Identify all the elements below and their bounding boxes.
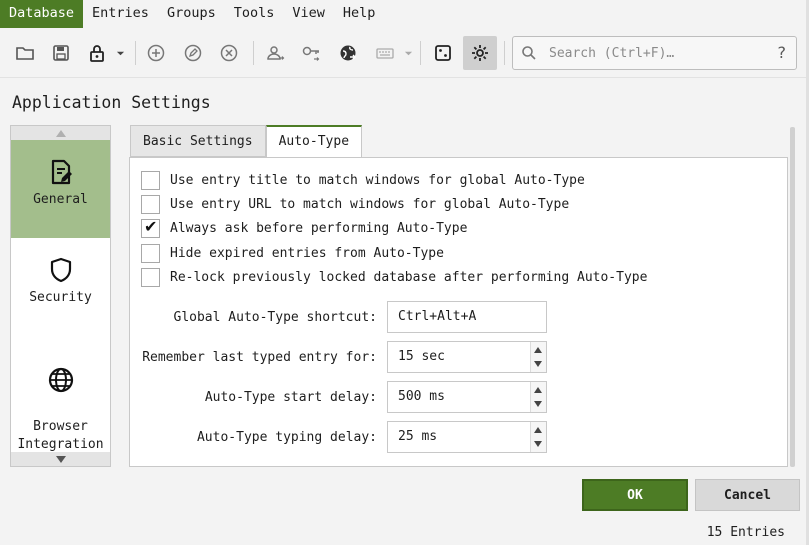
checkbox-row[interactable]: Use entry title to match windows for glo… (141, 170, 585, 190)
category-scroll-up-button[interactable] (11, 126, 110, 140)
checkbox-label: Always ask before performing Auto-Type (170, 220, 468, 236)
shield-icon (50, 257, 71, 283)
checkbox-row[interactable]: Use entry URL to match windows for globa… (141, 194, 569, 214)
save-icon[interactable] (44, 36, 78, 70)
folder-open-icon[interactable] (8, 36, 42, 70)
menu-tools[interactable]: Tools (225, 0, 284, 28)
menu-groups[interactable]: Groups (158, 0, 225, 28)
match-title-checkbox[interactable] (141, 170, 160, 190)
search-box: ? (512, 36, 797, 70)
toolbar-separator (253, 41, 254, 65)
ok-button[interactable]: OK (582, 479, 688, 511)
remember-entry-spinbox[interactable]: 15 sec (387, 341, 547, 373)
global-shortcut-value: Ctrl+Alt+A (398, 309, 477, 324)
start-delay-label: Auto-Type start delay: (204, 390, 377, 405)
search-icon (522, 46, 536, 60)
category-browser-integration-label: Browser Integration (17, 419, 104, 452)
always-ask-checkbox[interactable]: ✔ (141, 216, 160, 238)
start-delay-value: 500 ms (398, 389, 445, 404)
delete-entry-icon[interactable] (212, 36, 246, 70)
search-input[interactable] (549, 43, 769, 63)
global-shortcut-label: Global Auto-Type shortcut: (173, 310, 378, 325)
hide-expired-checkbox[interactable] (141, 243, 160, 263)
cancel-button[interactable]: Cancel (695, 479, 800, 511)
category-general[interactable]: General (11, 140, 110, 238)
keyboard-icon[interactable] (368, 36, 402, 70)
password-generator-icon[interactable] (426, 36, 460, 70)
category-scroll-down-button[interactable] (11, 452, 110, 466)
menu-bar: Database Entries Groups Tools View Help (0, 0, 809, 28)
category-security[interactable]: Security (11, 244, 110, 334)
menu-database[interactable]: Database (0, 0, 84, 28)
category-browser-integration[interactable]: Browser Integration (11, 338, 110, 452)
tab-auto-type[interactable]: Auto-Type (265, 125, 363, 158)
remember-entry-value: 15 sec (398, 349, 445, 364)
relock-database-checkbox[interactable] (141, 267, 160, 287)
settings-icon[interactable] (463, 36, 497, 70)
remember-entry-label: Remember last typed entry for: (142, 350, 377, 365)
checkbox-label: Use entry URL to match windows for globa… (170, 196, 570, 212)
checkbox-label: Re-lock previously locked database after… (170, 269, 648, 285)
tab-basic-settings[interactable]: Basic Settings (130, 125, 266, 157)
lock-icon[interactable] (80, 36, 114, 70)
add-entry-icon[interactable] (139, 36, 173, 70)
toolbar: ? (0, 28, 809, 78)
checkbox-label: Hide expired entries from Auto-Type (170, 245, 444, 261)
checkmark-icon: ✔ (144, 216, 158, 236)
toolbar-separator (504, 41, 505, 65)
page-title: Application Settings (12, 93, 211, 112)
typing-delay-spinbox[interactable]: 25 ms (387, 421, 547, 453)
match-url-checkbox[interactable] (141, 194, 160, 214)
toolbar-separator (420, 41, 421, 65)
globe-icon (48, 367, 73, 393)
category-list: General Security Browser Integration (10, 125, 111, 467)
panel-scrollbar[interactable] (788, 125, 798, 467)
chevron-down-icon[interactable] (112, 36, 128, 70)
category-general-label: General (33, 192, 88, 207)
start-delay-spinbox[interactable]: 500 ms (387, 381, 547, 413)
global-shortcut-field[interactable]: Ctrl+Alt+A (387, 301, 547, 333)
typing-delay-label: Auto-Type typing delay: (196, 430, 377, 445)
open-url-icon[interactable] (331, 36, 365, 70)
entry-count-status: 15 Entries (706, 525, 785, 540)
menu-entries[interactable]: Entries (83, 0, 158, 28)
document-edit-icon (51, 159, 72, 185)
category-security-label: Security (29, 290, 92, 305)
copy-username-icon[interactable] (258, 36, 292, 70)
checkbox-label: Use entry title to match windows for glo… (170, 172, 585, 188)
typing-delay-value: 25 ms (398, 429, 438, 444)
menu-help[interactable]: Help (334, 0, 385, 28)
copy-password-icon[interactable] (294, 36, 328, 70)
checkbox-row[interactable]: Hide expired entries from Auto-Type (141, 243, 444, 263)
checkbox-row[interactable]: ✔ Always ask before performing Auto-Type (141, 216, 468, 238)
search-help-button[interactable]: ? (778, 43, 787, 62)
tab-bar: Basic Settings Auto-Type (130, 125, 363, 158)
spinbox-arrows[interactable] (530, 422, 546, 452)
spinbox-arrows[interactable] (530, 382, 546, 412)
edit-entry-icon[interactable] (176, 36, 210, 70)
chevron-down-icon[interactable] (400, 36, 416, 70)
toolbar-separator (135, 41, 136, 65)
checkbox-row[interactable]: Re-lock previously locked database after… (141, 267, 647, 287)
spinbox-arrows[interactable] (530, 342, 546, 372)
menu-view[interactable]: View (283, 0, 334, 28)
